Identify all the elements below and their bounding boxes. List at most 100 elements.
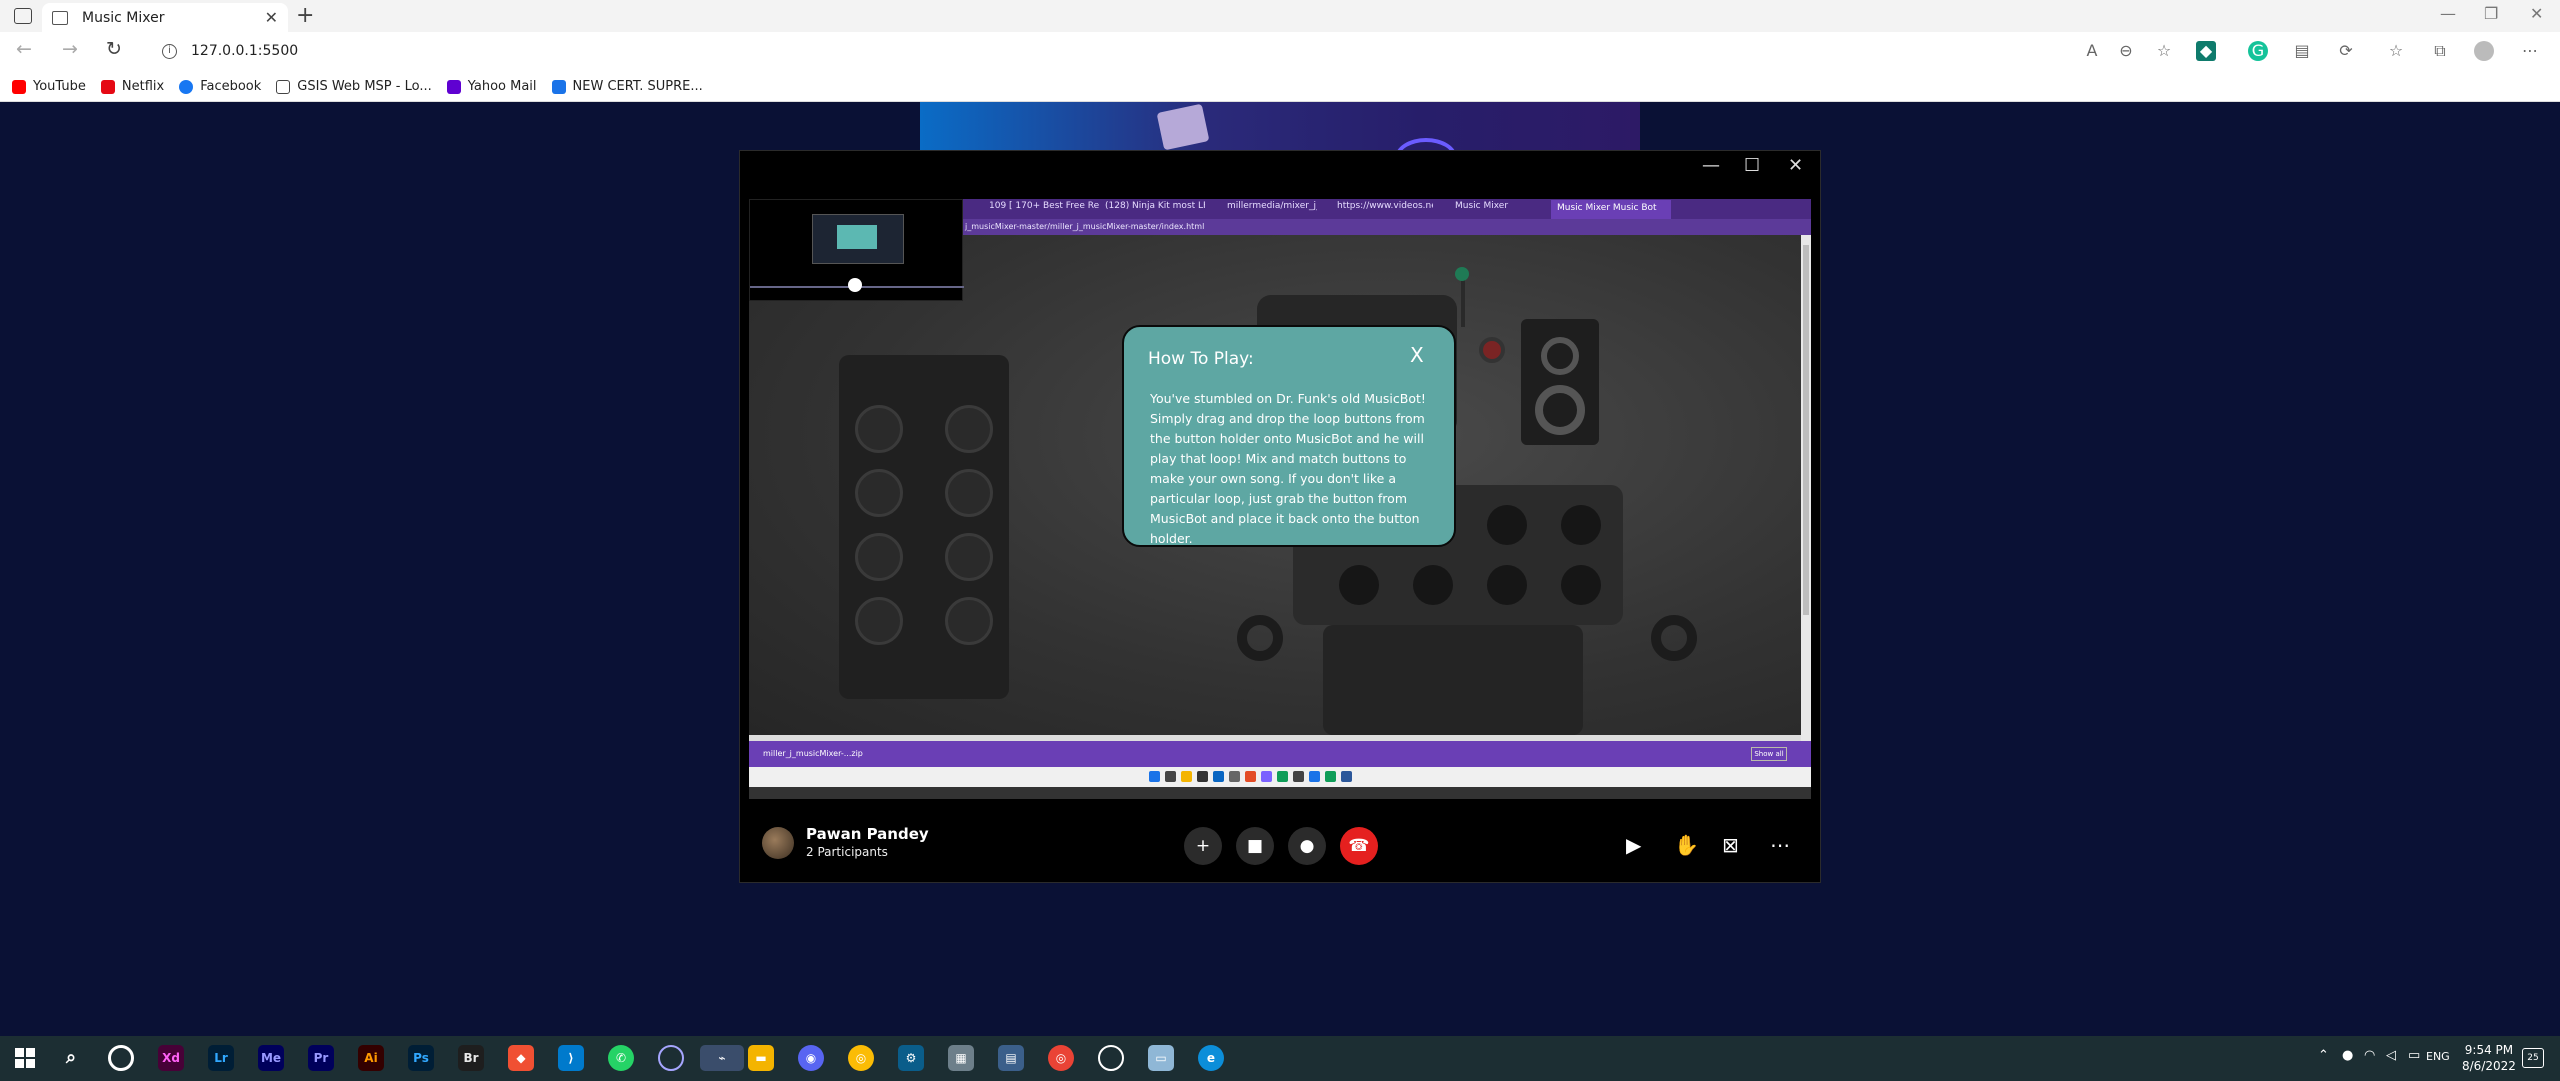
forward-icon[interactable]: → — [62, 38, 78, 60]
steam-icon[interactable]: ⚙ — [898, 1045, 924, 1071]
adobe-xd-icon[interactable]: Xd — [158, 1045, 184, 1071]
bookmark-youtube[interactable]: YouTube — [12, 79, 86, 94]
file-explorer-icon[interactable]: ▬ — [748, 1045, 774, 1071]
notification-icon[interactable]: 25 — [2522, 1048, 2544, 1068]
bookmark-netflix[interactable]: Netflix — [100, 79, 164, 94]
refresh-extension-icon[interactable]: ⟳ — [2336, 41, 2356, 61]
bookmark-gsis[interactable]: GSIS Web MSP - Lo... — [276, 79, 432, 94]
bookmark-new-cert[interactable]: NEW CERT. SUPRE... — [551, 79, 703, 94]
video-call-window: — ☐ ✕ 109 [ 170+ Best Free Remot (128) N… — [739, 150, 1821, 883]
robot-slot[interactable] — [1561, 565, 1601, 605]
collections-icon[interactable]: ⧉ — [2430, 41, 2450, 61]
more-menu-icon[interactable]: ⋯ — [2520, 41, 2540, 61]
favorite-star-icon[interactable]: ☆ — [2154, 41, 2174, 61]
bookmark-facebook[interactable]: Facebook — [179, 79, 261, 94]
close-tab-icon[interactable]: ✕ — [265, 8, 278, 27]
address-bar[interactable]: i 127.0.0.1:5500 — [156, 36, 2106, 66]
call-minimize-icon[interactable]: — — [1702, 155, 1720, 176]
search-icon[interactable]: ⌕ — [58, 1045, 84, 1071]
adobe-lightroom-icon[interactable]: Lr — [208, 1045, 234, 1071]
loop-button[interactable] — [945, 405, 993, 453]
loop-button[interactable] — [855, 533, 903, 581]
self-view-thumbnail[interactable] — [749, 199, 964, 301]
robot-slot[interactable] — [1339, 565, 1379, 605]
adobe-illustrator-icon[interactable]: Ai — [358, 1045, 384, 1071]
calculator-icon[interactable]: ▤ — [998, 1045, 1024, 1071]
adobe-premiere-icon[interactable]: Pr — [308, 1045, 334, 1071]
modal-title: How To Play: — [1148, 349, 1254, 369]
bookmark-yahoo-mail[interactable]: Yahoo Mail — [446, 79, 537, 94]
tab-actions-icon[interactable] — [14, 8, 32, 24]
call-close-icon[interactable]: ✕ — [1788, 155, 1803, 176]
github-icon[interactable] — [658, 1045, 684, 1071]
loop-button[interactable] — [855, 405, 903, 453]
microphone-icon[interactable]: ● — [1288, 827, 1326, 865]
stop-sharing-icon[interactable]: ⊠ — [1722, 833, 1739, 857]
microphone-tray-icon[interactable]: ● — [2342, 1048, 2353, 1063]
shared-taskbar-icon — [1229, 771, 1240, 782]
end-call-icon[interactable]: ☎ — [1340, 827, 1378, 865]
windows-start-icon[interactable] — [15, 1048, 35, 1068]
adobe-media-encoder-icon[interactable]: Me — [258, 1045, 284, 1071]
close-window-icon[interactable]: ✕ — [2530, 4, 2543, 23]
robot-slot[interactable] — [1487, 565, 1527, 605]
zoom-icon[interactable]: ⊖ — [2116, 41, 2136, 61]
cortana-icon[interactable] — [108, 1045, 134, 1071]
refresh-icon[interactable]: ↻ — [106, 38, 122, 60]
extension-icon[interactable]: ◆ — [2196, 41, 2216, 61]
raise-hand-icon[interactable]: ✋ — [1674, 833, 1699, 857]
notepad-icon[interactable]: ▭ — [1148, 1045, 1174, 1071]
adobe-bridge-icon[interactable]: Br — [458, 1045, 484, 1071]
minimize-icon[interactable]: — — [2440, 4, 2456, 23]
new-tab-button[interactable]: + — [296, 3, 320, 28]
read-aloud-icon[interactable]: A — [2082, 41, 2102, 61]
loop-button[interactable] — [855, 597, 903, 645]
loop-button[interactable] — [945, 597, 993, 645]
volume-icon[interactable]: ◁ — [2386, 1048, 2396, 1063]
battery-icon[interactable]: ▭ — [2408, 1048, 2420, 1063]
grammarly-icon[interactable]: G — [2248, 41, 2268, 61]
call-maximize-icon[interactable]: ☐ — [1744, 155, 1760, 176]
modal-close-button[interactable]: X — [1410, 343, 1424, 367]
shared-tab: Music Mixer — [1455, 201, 1509, 211]
call-control-bar: Pawan Pandey 2 Participants + ■ ● ☎ ▶ ✋ … — [740, 811, 1820, 883]
robot-slot[interactable] — [1487, 505, 1527, 545]
favorites-icon[interactable]: ☆ — [2386, 41, 2406, 61]
share-screen-icon[interactable]: ▶ — [1626, 833, 1641, 857]
loop-button[interactable] — [945, 533, 993, 581]
git-icon[interactable]: ◆ — [508, 1045, 534, 1071]
robot-slot[interactable] — [1413, 565, 1453, 605]
whatsapp-icon[interactable]: ✆ — [608, 1045, 634, 1071]
add-participant-icon[interactable]: + — [1184, 827, 1222, 865]
scrollbar-thumb — [1803, 245, 1809, 615]
reaction-icon[interactable] — [848, 278, 862, 292]
edge-icon[interactable]: e — [1198, 1045, 1224, 1071]
language-indicator[interactable]: ENG — [2426, 1050, 2450, 1063]
clock[interactable]: 9:54 PM 8/6/2022 — [2462, 1042, 2516, 1074]
snipping-tool-icon[interactable]: ▦ — [948, 1045, 974, 1071]
vscode-icon[interactable]: ⟩ — [558, 1045, 584, 1071]
discord-icon[interactable]: ◉ — [798, 1045, 824, 1071]
robot-slot[interactable] — [1561, 505, 1601, 545]
speaker-tweeter — [1541, 337, 1579, 375]
site-info-icon[interactable]: i — [162, 43, 177, 59]
shared-tab: https://www.videos.net/ind — [1337, 201, 1433, 211]
show-all-button: Show all — [1751, 747, 1787, 761]
browser-tab-music-mixer[interactable]: Music Mixer ✕ — [42, 3, 288, 32]
thumbnail-modal — [837, 225, 877, 249]
extension-icon[interactable]: ▤ — [2292, 41, 2312, 61]
show-hidden-icons[interactable]: ⌃ — [2318, 1048, 2329, 1063]
profile-avatar[interactable] — [2474, 41, 2494, 61]
messenger-icon[interactable]: ⌁ — [700, 1045, 744, 1071]
chrome-profile-icon[interactable]: ◎ — [1048, 1045, 1074, 1071]
loop-button[interactable] — [855, 469, 903, 517]
back-icon[interactable]: ← — [16, 38, 32, 60]
more-options-icon[interactable]: ⋯ — [1770, 833, 1790, 857]
chrome-icon[interactable]: ◎ — [848, 1045, 874, 1071]
loop-button[interactable] — [945, 469, 993, 517]
obs-icon[interactable] — [1098, 1045, 1124, 1071]
adobe-photoshop-icon[interactable]: Ps — [408, 1045, 434, 1071]
network-icon[interactable]: ◠ — [2364, 1048, 2375, 1063]
restore-icon[interactable]: ❐ — [2484, 4, 2498, 23]
video-camera-icon[interactable]: ■ — [1236, 827, 1274, 865]
